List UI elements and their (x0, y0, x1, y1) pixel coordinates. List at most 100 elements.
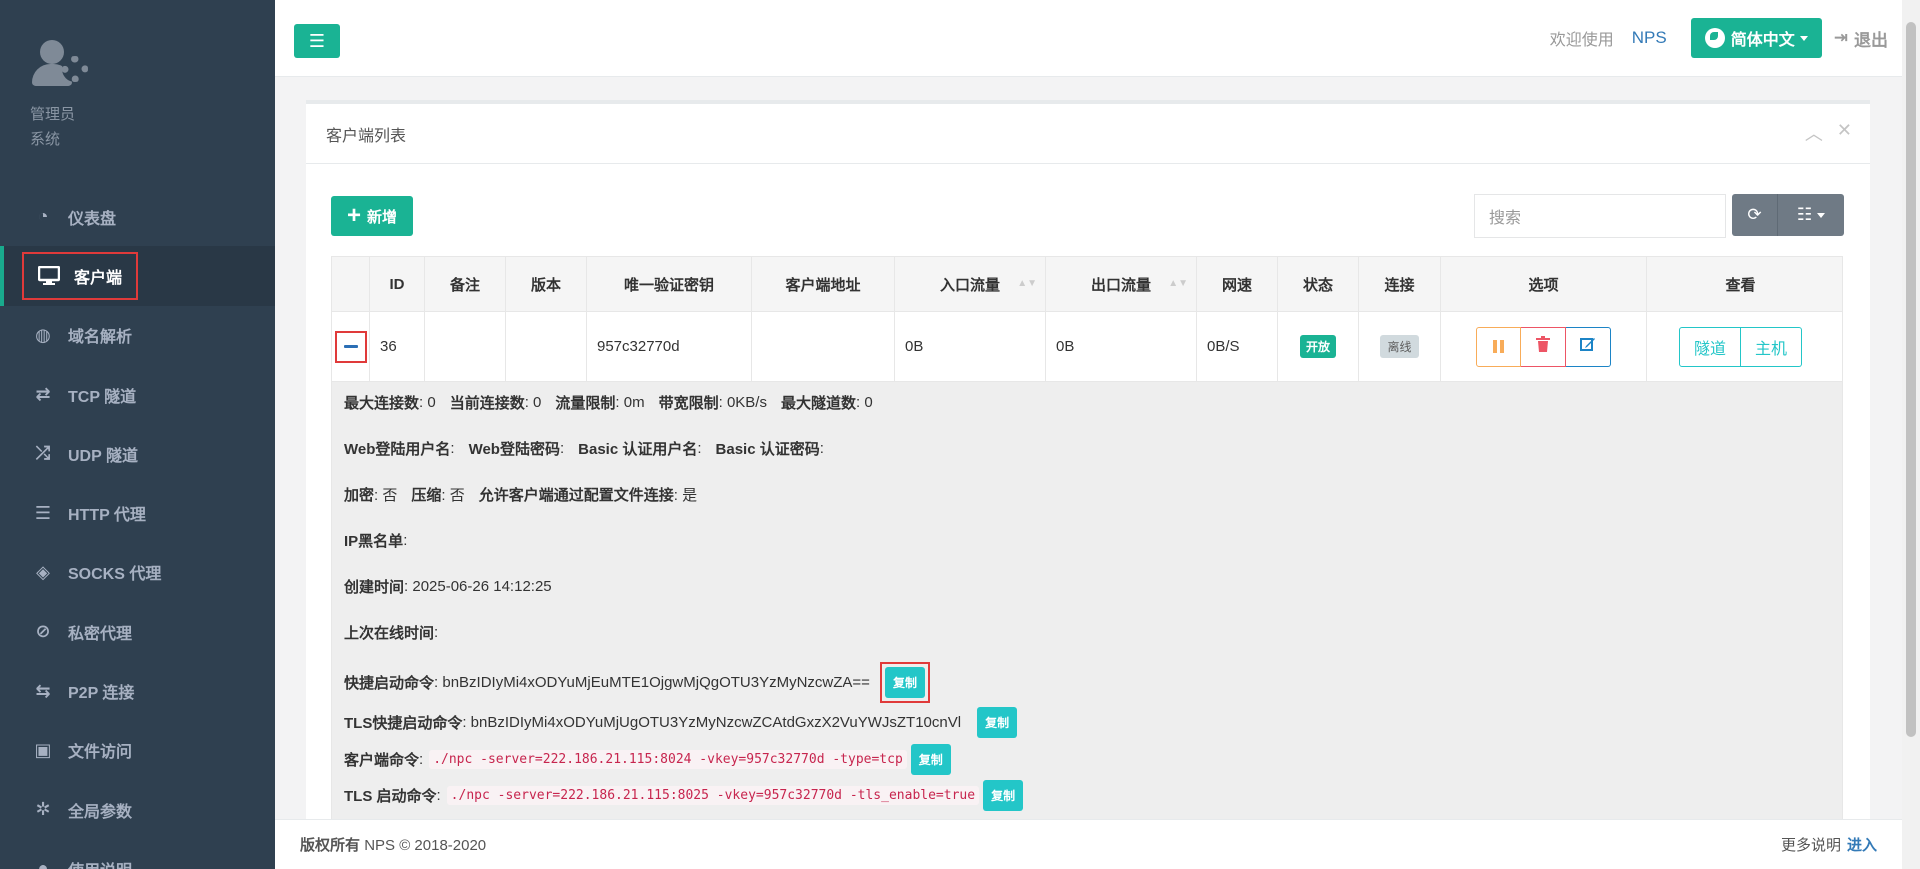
copy-quick-cmd-button[interactable]: 复制 (884, 667, 925, 698)
sidebar-item-socks[interactable]: ◈ SOCKS 代理 (0, 543, 275, 602)
compress-value: : 否 (441, 487, 465, 504)
col-speed[interactable]: 网速 (1197, 257, 1278, 311)
add-client-button[interactable]: + 新增 (331, 196, 414, 236)
col-options: 选项 (1441, 257, 1647, 311)
sidebar-item-global[interactable]: ✲ 全局参数 (0, 780, 275, 839)
copy-client-cmd-button[interactable]: 复制 (910, 744, 951, 775)
table-row: 36 957c32770d 0B 0B 0B/S 开放 离线 隧道 主机 (331, 312, 1843, 382)
col-remark[interactable]: 备注 (425, 257, 506, 311)
menu-toggle-button[interactable]: ☰ (294, 24, 340, 58)
col-outflow-label: 出口流量 (1090, 276, 1151, 294)
max-tunnel-label: 最大隧道数 (780, 395, 856, 412)
cell-address (752, 312, 895, 381)
detail-auth: Web登陆用户名: Web登陆密码: Basic 认证用户名: Basic 认证… (344, 438, 824, 459)
col-view: 查看 (1725, 276, 1756, 294)
detail-flags: 加密: 否 压缩: 否 允许客户端通过配置文件连接: 是 (344, 484, 697, 505)
col-status[interactable]: 状态 (1278, 257, 1359, 311)
sidebar-item-secret[interactable]: ⊘ 私密代理 (0, 602, 275, 661)
view-tunnel-button[interactable]: 隧道 (1678, 326, 1741, 367)
caret-down-icon (1799, 35, 1808, 41)
dashboard-icon: ◔ (37, 206, 49, 227)
rate-limit-label: 带宽限制 (658, 395, 719, 412)
close-icon[interactable]: ✕ (1837, 120, 1852, 146)
scrollbar-thumb[interactable] (1906, 22, 1916, 737)
logout-link[interactable]: ⇥ 退出 (1834, 26, 1888, 51)
crypt-value: : 否 (374, 487, 398, 504)
copy-tls-cmd-button[interactable]: 复制 (983, 780, 1024, 811)
sidebar-item-file[interactable]: ▣ 文件访问 (0, 721, 275, 780)
columns-dropdown[interactable]: ☷ (1778, 194, 1844, 236)
delete-button[interactable] (1521, 326, 1566, 367)
cell-id: 36 (370, 312, 425, 381)
plus-icon: + (347, 202, 362, 229)
enter-link[interactable]: 进入 (1847, 837, 1877, 854)
col-inflow[interactable]: 入口流量 ▲▼ (895, 257, 1046, 311)
copyright-text: NPS © 2018-2020 (364, 837, 487, 854)
sidebar-item-domain[interactable]: ◍ 域名解析 (0, 306, 275, 365)
pause-button[interactable] (1476, 326, 1521, 367)
sidebar-item-help[interactable]: ● 使用说明 (0, 839, 275, 869)
random-icon: ⤮ (35, 443, 51, 464)
sidebar-item-p2p[interactable]: ⇆ P2P 连接 (0, 661, 275, 720)
cell-status: 开放 (1278, 312, 1359, 381)
sidebar-item-label: P2P 连接 (68, 685, 135, 703)
eye-slash-icon: ⊘ (35, 621, 51, 642)
add-label: 新增 (367, 208, 398, 226)
crypt-label: 加密 (344, 487, 375, 504)
last-online-value: : (434, 624, 439, 641)
detail-limits: 最大连接数: 0 当前连接数: 0 流量限制: 0m 带宽限制: 0KB/s 最… (344, 392, 873, 413)
col-version[interactable]: 版本 (506, 257, 587, 311)
profile-role: 管理员 (30, 106, 76, 123)
info-icon: ● (37, 858, 49, 869)
brand-link[interactable]: NPS (1632, 28, 1667, 48)
welcome-text: 欢迎使用 (1549, 32, 1614, 49)
col-vkey[interactable]: 唯一验证密钥 (587, 257, 752, 311)
globe-icon (1704, 28, 1725, 48)
col-outflow[interactable]: 出口流量 ▲▼ (1046, 257, 1197, 311)
view-host-button[interactable]: 主机 (1741, 326, 1803, 367)
tls-cmd-value: ./npc -server=222.186.21.115:8025 -vkey=… (446, 786, 980, 805)
sidebar-item-tcp[interactable]: ⇄ TCP 隧道 (0, 365, 275, 424)
search-input[interactable]: 搜索 (1474, 194, 1726, 238)
profile-sub: 系统 (30, 131, 61, 148)
connection-badge: 离线 (1380, 335, 1419, 358)
col-address[interactable]: 客户端地址 (752, 257, 895, 311)
language-label: 简体中文 (1730, 32, 1795, 49)
cell-options (1441, 312, 1647, 381)
collapse-row-button[interactable] (334, 330, 367, 363)
quick-cmd-value: : bnBzIDIyMi4xODYuMjEuMTE1OjgwMjQgOTU3Yz… (434, 674, 870, 691)
col-expand (332, 257, 370, 311)
sidebar-item-label: SOCKS 代理 (68, 566, 162, 584)
sidebar-item-http[interactable]: ☰ HTTP 代理 (0, 483, 275, 542)
refresh-button[interactable]: ⟳ (1732, 194, 1778, 236)
col-connection[interactable]: 连接 (1359, 257, 1441, 311)
max-conn-value: : 0 (419, 394, 436, 411)
create-time-label: 创建时间 (344, 579, 405, 596)
caret-down-icon (1817, 212, 1826, 218)
sidebar-item-clients[interactable]: 客户端 (0, 246, 275, 306)
quick-cmd-label: 快捷启动命令 (344, 675, 435, 692)
tls-quick-cmd-value: : bnBzIDIyMi4xODYuMjUgOTU3YzMyNzcwZCAtdG… (462, 714, 962, 731)
edit-button[interactable] (1566, 326, 1611, 367)
copy-tls-quick-cmd-button[interactable]: 复制 (977, 707, 1018, 738)
language-dropdown[interactable]: 简体中文 (1690, 18, 1822, 58)
last-online-label: 上次在线时间 (344, 625, 435, 642)
col-id[interactable]: ID (370, 257, 425, 311)
basic-pass-value: : (819, 440, 824, 457)
copyright-label: 版权所有 (300, 837, 361, 854)
top-right-area: 欢迎使用 NPS 简体中文 ⇥ 退出 (1550, 18, 1888, 58)
client-cmd-label: 客户端命令 (344, 752, 420, 769)
max-conn-label: 最大连接数 (344, 395, 420, 412)
page-scrollbar[interactable] (1902, 0, 1920, 869)
web-user-label: Web登陆用户名 (344, 441, 451, 458)
config-conn-label: 允许客户端通过配置文件连接 (478, 487, 674, 504)
sidebar-item-dashboard[interactable]: ◔ 仪表盘 (0, 187, 275, 246)
sidebar-item-label: 仪表盘 (68, 210, 117, 228)
ip-black-value: : (403, 532, 408, 549)
cell-vkey: 957c32770d (587, 312, 752, 381)
collapse-icon[interactable]: ︿ (1805, 120, 1823, 146)
detail-create-time: 创建时间: 2025-06-26 14:12:25 (344, 576, 552, 597)
flow-limit-value: : 0m (615, 394, 645, 411)
sidebar-item-udp[interactable]: ⤮ UDP 隧道 (0, 424, 275, 483)
panel-tools: ︿ ✕ (1805, 120, 1852, 146)
